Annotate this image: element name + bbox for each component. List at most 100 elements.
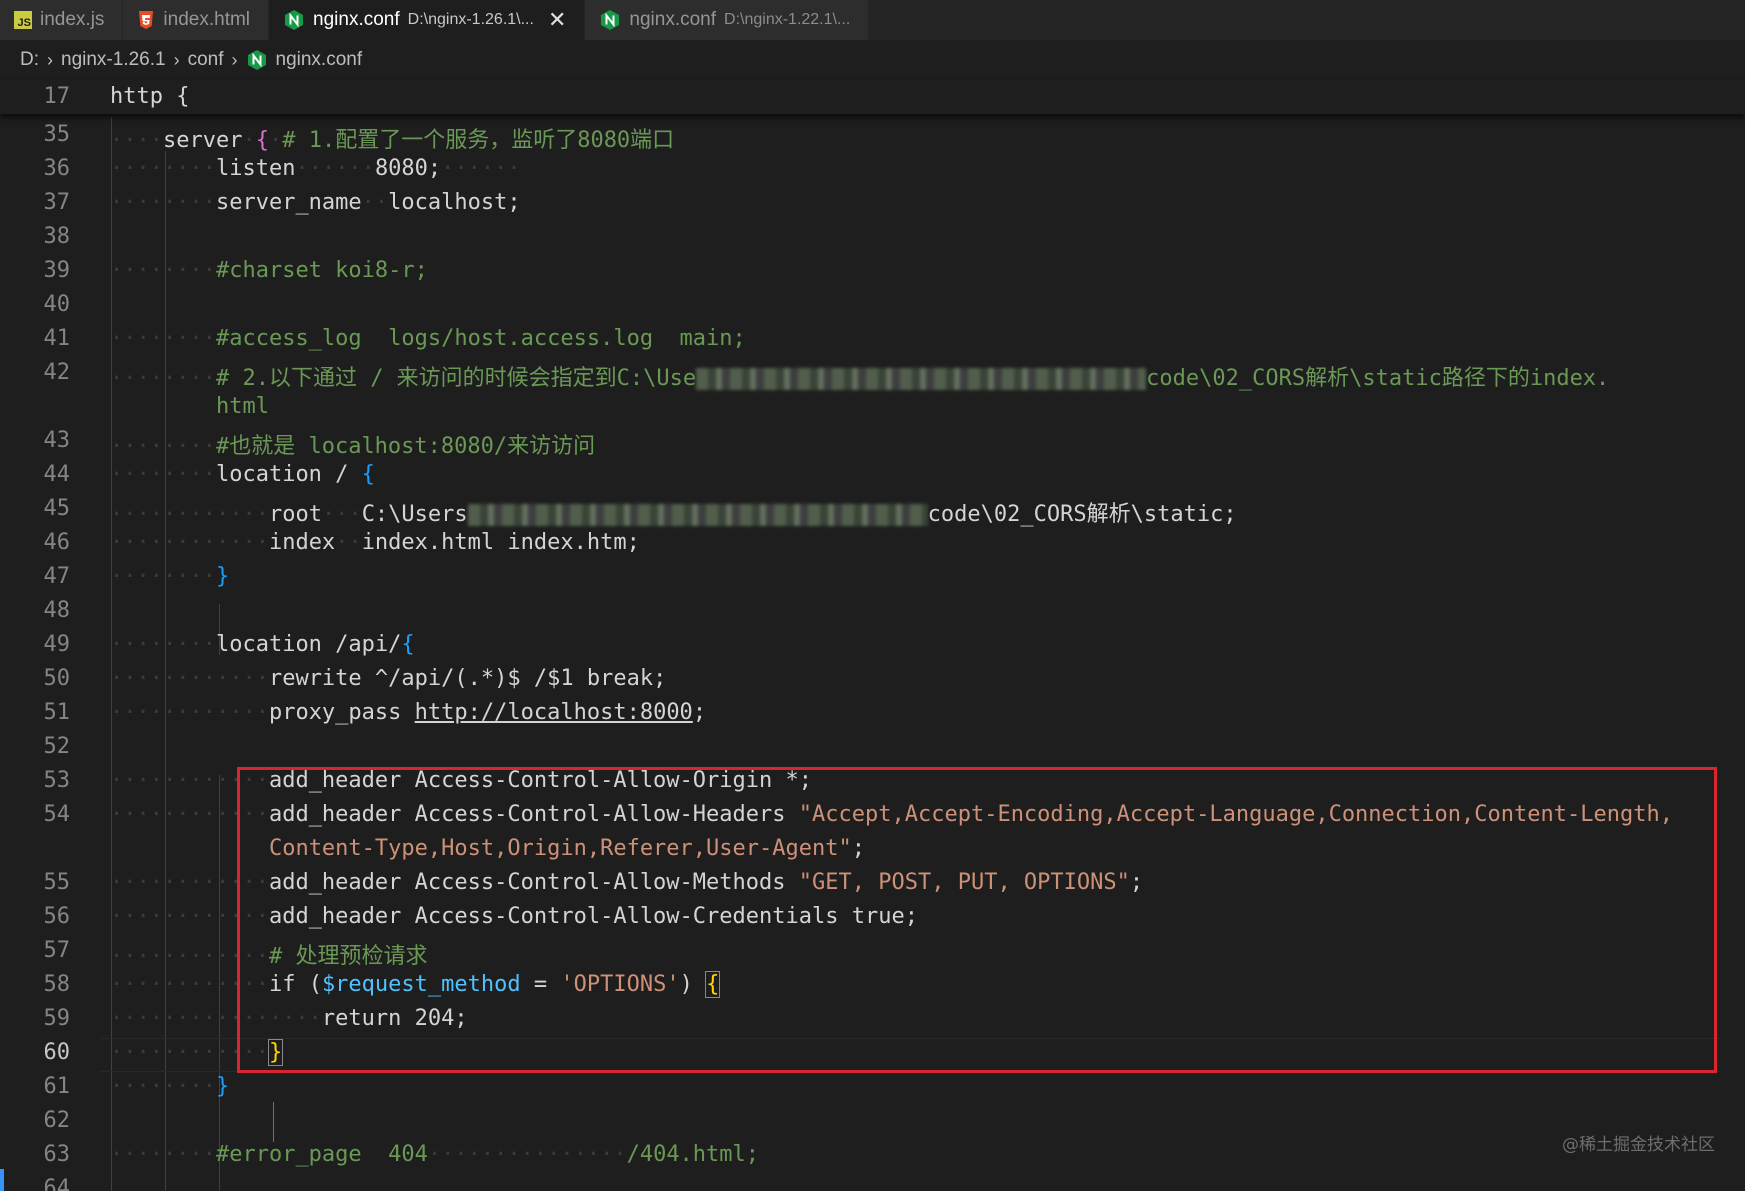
line-number: 39 (43, 258, 71, 283)
scroll-indicator (0, 1169, 4, 1191)
code-line[interactable]: 46 ············index··index.html index.h… (0, 525, 1745, 559)
tab-index-html[interactable]: index.html (123, 0, 270, 40)
tab-label: nginx.conf (313, 9, 400, 30)
code-line[interactable]: 50 ············rewrite ^/api/(.*)$ /$1 b… (0, 661, 1745, 695)
line-number: 47 (43, 564, 71, 589)
code-token: code\02_CORS解析\static (927, 502, 1224, 527)
line-number: 46 (43, 530, 71, 555)
code-line[interactable]: 38 (0, 219, 1745, 253)
code-line[interactable]: 43 ········#也就是 localhost:8080/来访访问 (0, 423, 1745, 459)
chevron-right-icon: › (231, 49, 238, 70)
code-line[interactable]: 64 (0, 1171, 1745, 1191)
annotation-highlight-box (237, 767, 1717, 1073)
code-token: proxy_pass (268, 700, 415, 725)
line-number: 40 (43, 292, 71, 317)
code-comment: #也就是 localhost:8080/来访访问 (215, 434, 596, 459)
code-line[interactable]: 62 (0, 1103, 1745, 1137)
watermark: @稀土掘金技术社区 (1562, 1135, 1715, 1155)
code-token: server (162, 128, 243, 153)
code-comment: #error_page 404 (215, 1142, 428, 1167)
code-line[interactable]: 47 ········} (0, 559, 1745, 593)
tab-label: index.js (40, 9, 105, 30)
code-line[interactable]: 63 ········#error_page 404··············… (0, 1137, 1745, 1171)
editor-tab-bar: JS index.js index.html nginx.conf D:\ngi… (0, 0, 1745, 40)
line-number: 61 (43, 1074, 71, 1099)
tab-nginx-conf-active[interactable]: nginx.conf D:\nginx-1.26.1\... ✕ (269, 0, 586, 40)
code-line[interactable]: 40 (0, 287, 1745, 321)
code-comment: #charset koi8-r; (215, 258, 428, 283)
code-comment: #access_log logs/host.access.log main; (215, 326, 746, 351)
line-number: 60 (43, 1040, 71, 1065)
tab-index-js[interactable]: JS index.js (0, 0, 124, 40)
code-comment: # 2.以下通过 / 来访问的时候会指定到C:\Use (215, 366, 697, 391)
code-line[interactable]: 52 (0, 729, 1745, 763)
code-token: server_name (215, 190, 362, 215)
code-line-wrapped[interactable]: html (0, 389, 1745, 423)
code-line[interactable]: 61 ········} (0, 1069, 1745, 1103)
code-line[interactable]: 44 ········location / { (0, 457, 1745, 491)
line-number: 57 (43, 938, 71, 963)
sticky-code: http { (110, 84, 190, 109)
breadcrumb-folder[interactable]: nginx-1.26.1 (61, 49, 166, 71)
code-line[interactable]: 51 ············proxy_pass http://localho… (0, 695, 1745, 729)
breadcrumb: D: › nginx-1.26.1 › conf › nginx.conf (0, 40, 1745, 80)
line-number: 52 (43, 734, 71, 759)
line-number: 48 (43, 598, 71, 623)
code-token: location /api/ (215, 632, 402, 657)
breadcrumb-file[interactable]: nginx.conf (276, 49, 363, 71)
code-line[interactable]: 45 ············root···C:\Users code\02_CO… (0, 491, 1745, 527)
code-token: rewrite ^/api/(.*)$ /$1 break (268, 666, 654, 691)
sticky-scroll-header[interactable]: 17 http { (0, 80, 1745, 114)
code-token: root (268, 502, 322, 527)
nginx-icon (599, 9, 621, 31)
code-line[interactable]: 36 ········listen······8080;······ (0, 151, 1745, 185)
line-number: 63 (43, 1142, 71, 1167)
breadcrumb-drive[interactable]: D: (20, 49, 39, 71)
code-token: C:\Users (361, 502, 468, 527)
code-token: localhost (388, 190, 508, 215)
close-icon[interactable]: ✕ (548, 7, 566, 33)
line-number: 55 (43, 870, 71, 895)
tab-nginx-conf[interactable]: nginx.conf D:\nginx-1.22.1\... (585, 0, 870, 40)
code-line[interactable]: 41 ········#access_log logs/host.access.… (0, 321, 1745, 355)
code-comment: code\02_CORS解析\static路径下的index. (1146, 366, 1610, 391)
breadcrumb-folder[interactable]: conf (188, 49, 224, 71)
chevron-right-icon: › (47, 49, 53, 70)
nginx-icon (246, 49, 268, 71)
line-number: 54 (43, 802, 71, 827)
code-line[interactable]: 42 ········# 2.以下通过 / 来访问的时候会指定到C:\Use co… (0, 355, 1745, 391)
code-line[interactable]: 48 (0, 593, 1745, 627)
tab-path: D:\nginx-1.22.1\... (724, 11, 851, 28)
proxy-url-link[interactable]: http://localhost:8000 (415, 700, 693, 725)
tab-label: index.html (163, 9, 251, 30)
code-comment: /404.html; (626, 1142, 760, 1167)
line-number: 42 (43, 360, 71, 385)
line-number: 56 (43, 904, 71, 929)
code-token: 8080 (374, 156, 428, 181)
line-number: 44 (43, 462, 71, 487)
code-token: index (268, 530, 336, 555)
code-line[interactable]: 39 ········#charset koi8-r; (0, 253, 1745, 287)
line-number: 37 (43, 190, 71, 215)
line-number: 45 (43, 496, 71, 521)
tab-path: D:\nginx-1.26.1\... (407, 11, 534, 28)
line-number: 62 (43, 1108, 71, 1133)
line-number: 50 (43, 666, 71, 691)
line-number: 53 (43, 768, 71, 793)
nginx-icon (283, 9, 305, 31)
line-number: 17 (43, 84, 71, 109)
code-comment: # 1.配置了一个服务，监听了8080端口 (282, 128, 675, 153)
html5-icon (137, 10, 155, 30)
tab-label: nginx.conf (629, 9, 717, 30)
line-number: 36 (43, 156, 71, 181)
code-line[interactable]: 37 ········server_name··localhost; (0, 185, 1745, 219)
code-token: index.html index.htm (361, 530, 627, 555)
chevron-right-icon: › (173, 49, 180, 70)
code-line[interactable]: 35 ····server·{·# 1.配置了一个服务，监听了8080端口 (0, 117, 1745, 153)
code-token: location / (215, 462, 362, 487)
code-line[interactable]: 49 ········location /api/{ (0, 627, 1745, 661)
line-number: 43 (43, 428, 71, 453)
line-number: 38 (43, 224, 71, 249)
line-number: 35 (43, 122, 71, 147)
line-number: 41 (43, 326, 71, 351)
